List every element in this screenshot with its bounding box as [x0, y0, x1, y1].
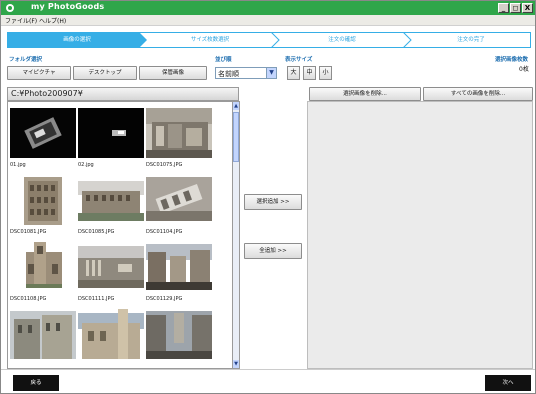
- thumbnail-item[interactable]: DSC01104.JPG: [146, 171, 214, 237]
- close-icon: X: [524, 4, 531, 12]
- photo-thumbnail-image[interactable]: [10, 108, 76, 158]
- step-size-count: サイズ枚数選択: [147, 32, 273, 48]
- next-button[interactable]: 次へ: [485, 375, 531, 391]
- size-large-button[interactable]: 大: [287, 66, 300, 80]
- photo-thumbnail-image[interactable]: [78, 108, 144, 158]
- remove-all-button[interactable]: すべての画像を削除...: [423, 87, 533, 101]
- add-selected-button[interactable]: 選択追加 >>: [244, 194, 302, 210]
- menu-bar: ファイル(F) ヘルプ(H): [1, 15, 535, 26]
- scroll-thumb[interactable]: [233, 112, 239, 162]
- selected-count-value: 0枚: [519, 66, 529, 73]
- step-indicator: 画像の選択 サイズ枚数選択 注文の確認 注文の完了: [7, 32, 531, 48]
- step-select-images: 画像の選択: [7, 32, 147, 48]
- photo-thumbnail-image[interactable]: [10, 175, 76, 225]
- display-size-label: 表示サイズ: [285, 57, 313, 63]
- saved-images-button[interactable]: 保管画像: [139, 66, 207, 80]
- thumbnail-item[interactable]: [10, 305, 78, 368]
- step-label: 注文の確認: [328, 37, 356, 43]
- maximize-icon: ◻: [512, 4, 519, 12]
- selected-count-label: 選択画像枚数: [495, 57, 529, 63]
- back-button[interactable]: 戻る: [13, 375, 59, 391]
- remove-selected-button[interactable]: 選択画像を削除...: [309, 87, 421, 101]
- sort-order-value: 名前順: [218, 70, 239, 78]
- photo-thumbnail-image[interactable]: [10, 309, 76, 359]
- app-window: my PhotoGoods _ ◻ X ファイル(F) ヘルプ(H) 画像の選択…: [0, 0, 536, 394]
- photo-thumbnail-image[interactable]: [146, 175, 212, 225]
- thumbnail-scrollbar[interactable]: ▲ ▼: [232, 101, 240, 369]
- thumbnail-item[interactable]: DSC01111.JPG: [78, 238, 146, 304]
- sort-label: 並び順: [215, 57, 232, 63]
- photo-thumbnail-image[interactable]: [78, 242, 144, 292]
- folder-select-label: フォルダ選択: [9, 57, 43, 63]
- sort-order-select[interactable]: 名前順 ▼: [215, 67, 277, 79]
- thumbnail-item[interactable]: DSC01085.JPG: [78, 171, 146, 237]
- thumbnail-filename: DSC01104.JPG: [146, 229, 183, 235]
- menu-help[interactable]: ヘルプ(H): [39, 16, 66, 25]
- scroll-down-icon[interactable]: ▼: [233, 360, 239, 368]
- thumbnail-item[interactable]: DSC01081.JPG: [10, 171, 78, 237]
- window-title: my PhotoGoods: [31, 2, 105, 11]
- photo-thumbnail-image[interactable]: [146, 309, 212, 359]
- step-label: サイズ枚数選択: [190, 37, 230, 43]
- step-confirm-order: 注文の確認: [279, 32, 405, 48]
- thumbnail-item[interactable]: 01.jpg: [10, 104, 78, 170]
- thumbnail-filename: 01.jpg: [10, 162, 26, 168]
- photo-thumbnail-image[interactable]: [78, 175, 144, 225]
- thumbnail-filename: DSC01129.JPG: [146, 296, 183, 302]
- step-order-complete: 注文の完了: [411, 32, 531, 48]
- photo-thumbnail-image[interactable]: [78, 309, 144, 359]
- thumbnail-item[interactable]: 02.jpg: [78, 104, 146, 170]
- thumbnail-item[interactable]: DSC01108.JPG: [10, 238, 78, 304]
- scroll-up-icon[interactable]: ▲: [233, 102, 239, 110]
- title-bar: my PhotoGoods _ ◻ X: [1, 1, 535, 15]
- minimize-button[interactable]: _: [498, 3, 509, 13]
- photo-thumbnail-image[interactable]: [146, 108, 212, 158]
- thumbnail-filename: 02.jpg: [78, 162, 94, 168]
- thumbnail-filename: DSC01081.JPG: [10, 229, 47, 235]
- photo-thumbnail-image[interactable]: [146, 242, 212, 292]
- thumbnail-filename: DSC01111.JPG: [78, 296, 115, 302]
- chevron-down-icon: ▼: [266, 68, 276, 78]
- minimize-icon: _: [501, 4, 506, 12]
- thumbnail-item[interactable]: [146, 305, 214, 368]
- step-label: 注文の完了: [457, 37, 485, 43]
- footer-bar: [1, 369, 535, 393]
- menu-file[interactable]: ファイル(F): [5, 16, 37, 25]
- photo-thumbnail-image[interactable]: [10, 242, 76, 292]
- thumbnail-item[interactable]: [78, 305, 146, 368]
- app-logo-icon: [6, 4, 14, 12]
- thumbnail-grid[interactable]: 01.jpg 02.jpg DSC01075.JPG DSC01081.JPG DSC0…: [7, 101, 232, 369]
- folder-path-bar: C:¥Photo200907¥: [7, 87, 239, 101]
- add-all-button[interactable]: 全追加 >>: [244, 243, 302, 259]
- maximize-button[interactable]: ◻: [510, 3, 521, 13]
- thumbnail-filename: DSC01075.JPG: [146, 162, 183, 168]
- selected-images-pane[interactable]: [307, 101, 533, 369]
- thumbnail-item[interactable]: DSC01129.JPG: [146, 238, 214, 304]
- desktop-button[interactable]: デスクトップ: [73, 66, 137, 80]
- thumbnail-item[interactable]: DSC01075.JPG: [146, 104, 214, 170]
- size-medium-button[interactable]: 中: [303, 66, 316, 80]
- my-pictures-button[interactable]: マイピクチャ: [7, 66, 71, 80]
- size-small-button[interactable]: 小: [319, 66, 332, 80]
- step-label: 画像の選択: [63, 37, 91, 43]
- close-button[interactable]: X: [522, 3, 533, 13]
- thumbnail-filename: DSC01085.JPG: [78, 229, 115, 235]
- thumbnail-filename: DSC01108.JPG: [10, 296, 47, 302]
